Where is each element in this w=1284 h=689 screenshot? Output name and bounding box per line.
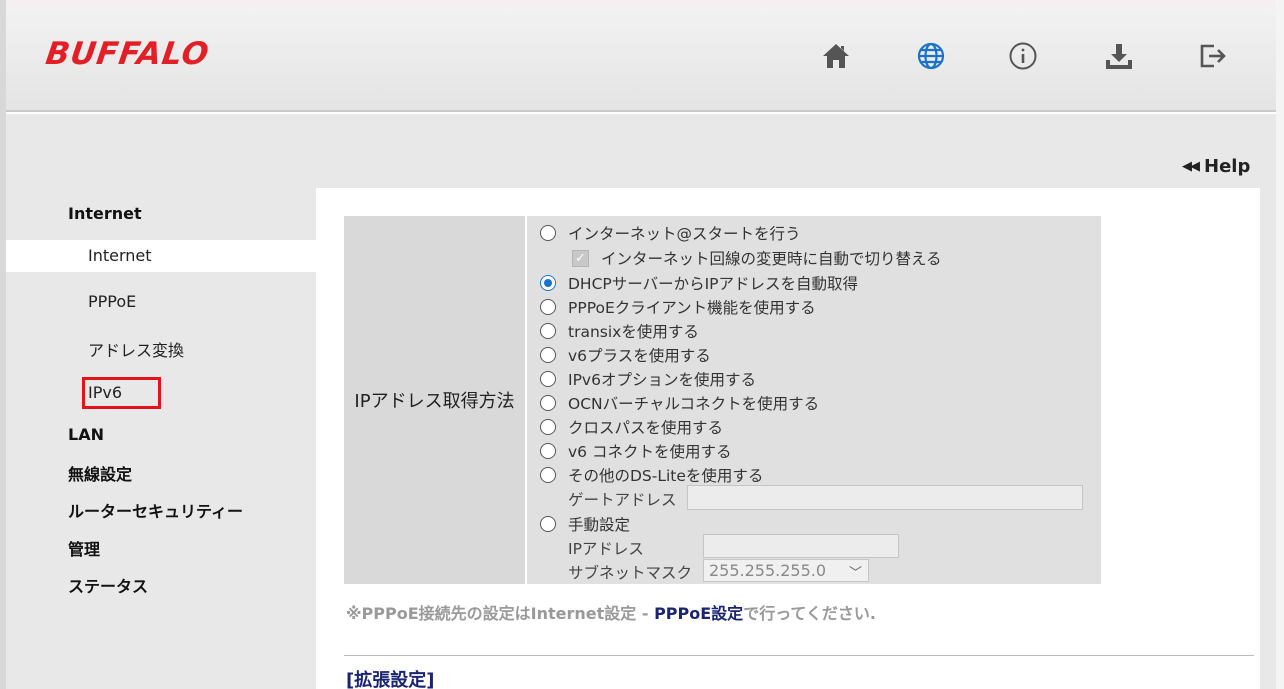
extended-settings-title: [拡張設定] xyxy=(346,670,435,689)
header-bar: BUFFALO xyxy=(6,6,1276,112)
option-ocn-label: OCNバーチャルコネクトを使用する xyxy=(568,395,820,413)
radio-crosspath[interactable] xyxy=(540,419,556,435)
option-pppoe-client[interactable]: PPPoEクライアント機能を使用する xyxy=(540,296,816,318)
subnet-mask-select[interactable]: 255.255.255.0 ﹀ xyxy=(703,559,869,582)
sidebar-active-highlight xyxy=(6,240,316,272)
option-v6connect-label: v6 コネクトを使用する xyxy=(568,443,732,461)
sidebar-item-ipv6[interactable]: IPv6 xyxy=(88,383,122,402)
option-ds-lite[interactable]: その他のDS-Liteを使用する xyxy=(540,464,763,486)
option-ds-lite-label: その他のDS-Liteを使用する xyxy=(568,467,764,485)
help-link[interactable]: ◀◀ Help xyxy=(1182,156,1250,177)
pppoe-note-suffix: で行ってください. xyxy=(743,604,876,623)
ip-address-label: IPアドレス xyxy=(568,540,644,558)
radio-dhcp[interactable] xyxy=(540,275,556,291)
option-manual-label: 手動設定 xyxy=(568,516,631,534)
option-transix-label: transixを使用する xyxy=(568,323,699,341)
option-internet-start-label: インターネット@スタートを行う xyxy=(568,225,801,243)
info-icon[interactable] xyxy=(1005,38,1041,74)
option-internet-start[interactable]: インターネット@スタートを行う xyxy=(540,222,801,244)
home-icon[interactable] xyxy=(818,38,854,74)
pppoe-note-prefix: ※PPPoE接続先の設定はInternet設定 - xyxy=(346,604,655,623)
option-v6connect[interactable]: v6 コネクトを使用する xyxy=(540,440,731,462)
option-manual[interactable]: 手動設定 xyxy=(540,513,630,535)
sidebar-category-lan[interactable]: LAN xyxy=(68,425,104,444)
globe-icon[interactable] xyxy=(913,38,949,74)
option-crosspath[interactable]: クロスパスを使用する xyxy=(540,416,723,438)
right-edge xyxy=(1276,0,1284,689)
radio-pppoe-client[interactable] xyxy=(540,299,556,315)
checkbox-auto-switch[interactable]: ✓ xyxy=(572,249,589,267)
radio-ipv6-option[interactable] xyxy=(540,371,556,387)
radio-internet-start[interactable] xyxy=(540,225,556,241)
sidebar-item-pppoe[interactable]: PPPoE xyxy=(88,292,136,311)
gateway-label: ゲートアドレス xyxy=(568,491,677,509)
router-admin-page: BUFFALO ◀◀ Help Internet Internet PPPoE … xyxy=(0,0,1284,689)
radio-ds-lite[interactable] xyxy=(540,467,556,483)
pppoe-settings-link[interactable]: PPPoE設定 xyxy=(654,604,743,623)
gateway-input[interactable] xyxy=(687,485,1083,510)
option-auto-switch[interactable]: ✓ インターネット回線の変更時に自動で切り替える xyxy=(572,247,942,269)
buffalo-logo: BUFFALO xyxy=(43,36,212,72)
option-v6plus-label: v6プラスを使用する xyxy=(568,347,711,365)
chevron-down-icon: ﹀ xyxy=(848,566,862,581)
section-divider xyxy=(344,655,1254,656)
option-crosspath-label: クロスパスを使用する xyxy=(568,419,724,437)
radio-manual[interactable] xyxy=(540,516,556,532)
double-left-arrow-icon: ◀◀ xyxy=(1182,159,1200,174)
logout-icon[interactable] xyxy=(1194,38,1230,74)
sidebar-category-admin[interactable]: 管理 xyxy=(68,536,100,560)
option-ipv6-option[interactable]: IPv6オプションを使用する xyxy=(540,368,756,390)
sidebar-category-internet[interactable]: Internet xyxy=(68,204,142,223)
option-dhcp[interactable]: DHCPサーバーからIPアドレスを自動取得 xyxy=(540,272,858,294)
help-label: Help xyxy=(1204,156,1251,177)
sidebar-item-nat[interactable]: アドレス変換 xyxy=(88,337,184,361)
ip-method-label: IPアドレス取得方法 xyxy=(344,216,525,584)
sidebar-category-status[interactable]: ステータス xyxy=(68,573,148,597)
sidebar-category-wireless[interactable]: 無線設定 xyxy=(68,461,132,485)
option-pppoe-client-label: PPPoEクライアント機能を使用する xyxy=(568,299,816,317)
download-icon[interactable] xyxy=(1101,38,1137,74)
option-auto-switch-label: インターネット回線の変更時に自動で切り替える xyxy=(601,250,942,268)
pppoe-note: ※PPPoE接続先の設定はInternet設定 - PPPoE設定で行ってくださ… xyxy=(346,600,876,624)
sidebar-category-security[interactable]: ルーターセキュリティー xyxy=(68,498,243,522)
option-v6plus[interactable]: v6プラスを使用する xyxy=(540,344,711,366)
option-ipv6-option-label: IPv6オプションを使用する xyxy=(568,371,756,389)
radio-ocn[interactable] xyxy=(540,395,556,411)
subnet-mask-value: 255.255.255.0 xyxy=(709,561,827,580)
option-ocn[interactable]: OCNバーチャルコネクトを使用する xyxy=(540,392,819,414)
ip-method-label-text: IPアドレス取得方法 xyxy=(354,391,515,412)
option-dhcp-label: DHCPサーバーからIPアドレスを自動取得 xyxy=(568,275,859,293)
ip-address-input[interactable] xyxy=(703,534,899,558)
radio-v6plus[interactable] xyxy=(540,347,556,363)
sidebar-item-internet[interactable]: Internet xyxy=(88,246,152,265)
left-edge xyxy=(0,0,6,689)
option-transix[interactable]: transixを使用する xyxy=(540,320,699,342)
radio-transix[interactable] xyxy=(540,323,556,339)
subnet-mask-label: サブネットマスク xyxy=(568,564,693,582)
radio-v6connect[interactable] xyxy=(540,443,556,459)
